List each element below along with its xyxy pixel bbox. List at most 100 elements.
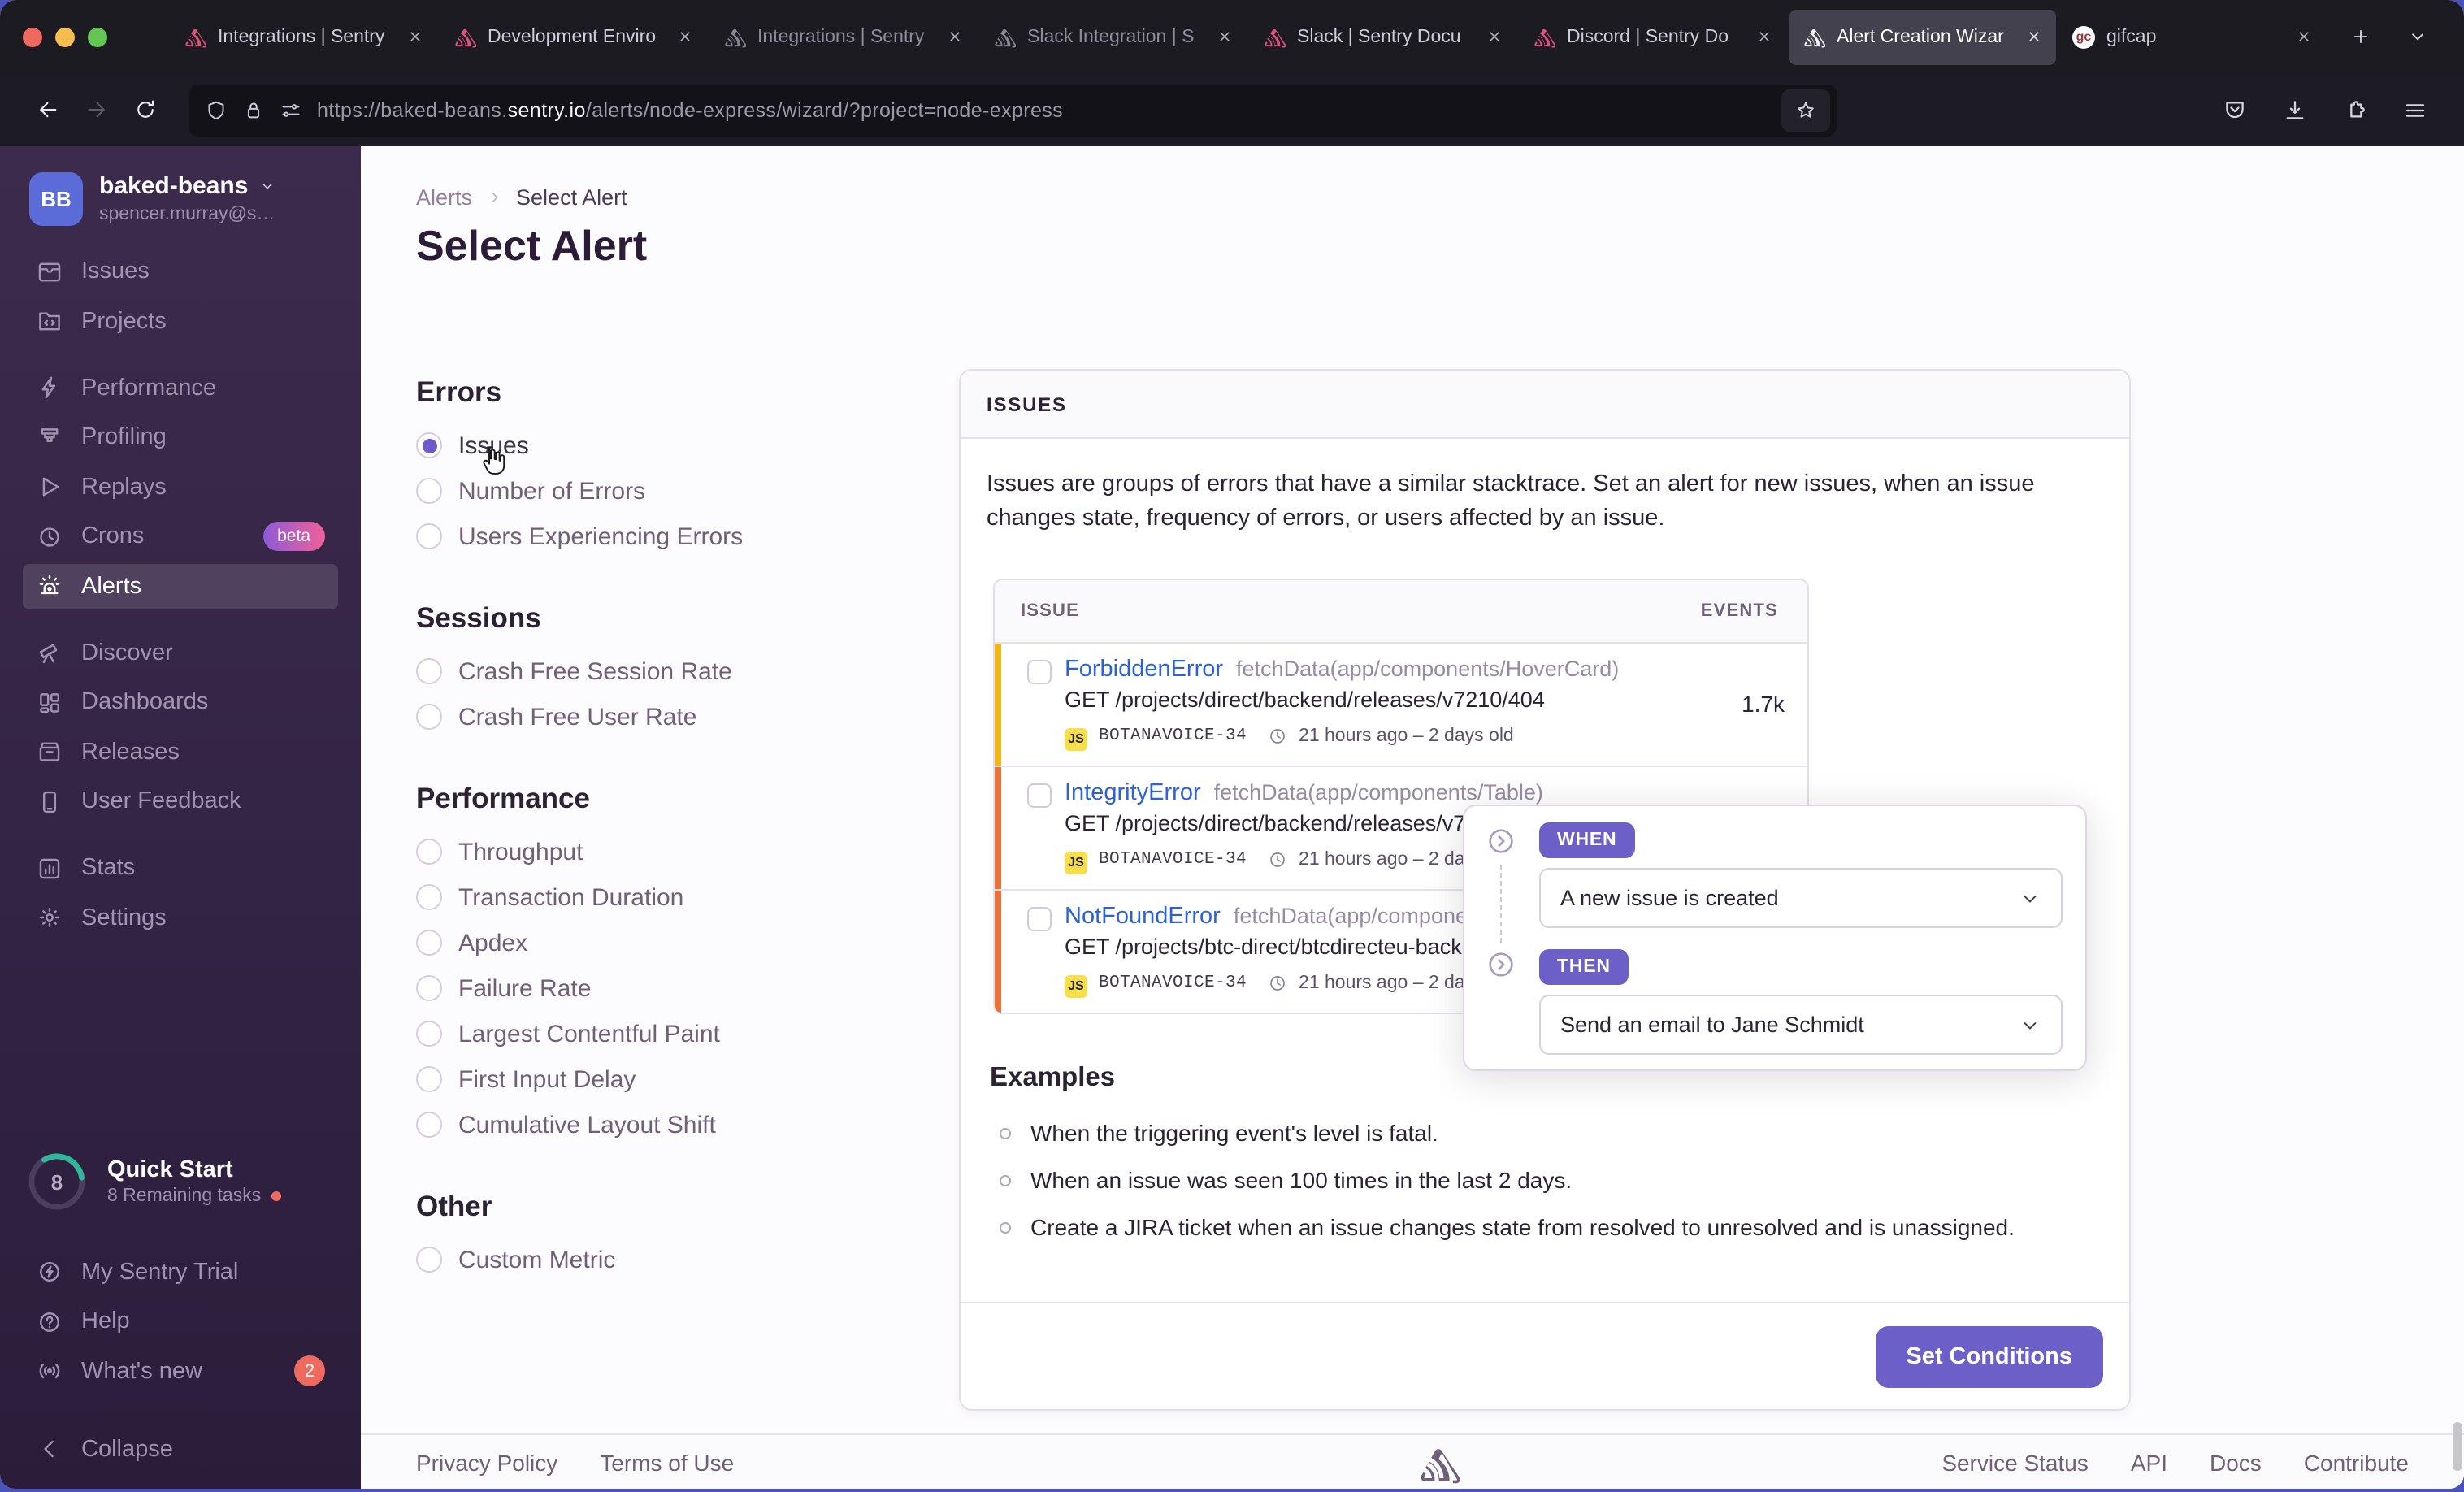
tab-close-icon[interactable] (1755, 28, 1773, 46)
alert-type-option[interactable]: Crash Free Session Rate (416, 648, 936, 694)
issue-link[interactable]: ForbiddenError (1065, 657, 1223, 683)
footer-link[interactable]: Service Status (1941, 1449, 2089, 1475)
radio-button[interactable] (416, 432, 442, 458)
permissions-icon[interactable] (280, 98, 302, 121)
sidebar-item[interactable]: Alerts (23, 563, 338, 609)
issue-row[interactable]: ForbiddenError fetchData(app/components/… (995, 644, 1807, 768)
window-zoom-button[interactable] (88, 27, 107, 46)
footer-link[interactable]: Docs (2210, 1449, 2262, 1475)
sidebar-item[interactable]: Settings (23, 895, 338, 940)
tab-close-icon[interactable] (946, 28, 964, 46)
discover-icon (36, 639, 63, 666)
tab-close-icon[interactable] (1486, 28, 1503, 46)
footer-link[interactable]: Contribute (2304, 1449, 2409, 1475)
tab-close-icon[interactable] (1216, 28, 1234, 46)
quick-start[interactable]: 8 Quick Start 8 Remaining tasks (26, 1151, 281, 1212)
sidebar-item[interactable]: User Feedback (23, 779, 338, 824)
radio-button[interactable] (416, 658, 442, 684)
shield-icon[interactable] (205, 98, 228, 121)
browser-tab[interactable]: Integrations | Sentry (710, 9, 977, 64)
browser-tab[interactable]: Slack Integration | S (980, 9, 1247, 64)
radio-button[interactable] (416, 1021, 442, 1047)
download-icon[interactable] (2282, 97, 2308, 123)
sidebar-item[interactable]: Profiling (23, 414, 338, 460)
extensions-icon[interactable] (2342, 97, 2368, 123)
sidebar-item[interactable]: Projects (23, 298, 338, 344)
sidebar-item[interactable]: Replays (23, 464, 338, 510)
footer-link[interactable]: API (2131, 1449, 2167, 1475)
issue-checkbox[interactable] (1027, 783, 1052, 809)
when-select[interactable]: A new issue is created (1539, 868, 2063, 928)
forward-icon[interactable] (72, 85, 120, 134)
lock-icon[interactable] (242, 98, 265, 121)
collapse-button[interactable]: Collapse (23, 1426, 338, 1472)
alert-type-option[interactable]: Apdex (416, 920, 936, 965)
alert-type-option[interactable]: Transaction Duration (416, 874, 936, 920)
window-minimize-button[interactable] (55, 27, 75, 46)
radio-button[interactable] (416, 884, 442, 910)
issue-link[interactable]: IntegrityError (1065, 780, 1201, 806)
alert-type-option[interactable]: Crash Free User Rate (416, 694, 936, 739)
new-tab-icon[interactable] (2350, 26, 2371, 47)
browser-tab[interactable]: gc gifcap (2059, 9, 2326, 64)
list-tabs-icon[interactable] (2407, 26, 2428, 47)
alert-type-option[interactable]: Users Experiencing Errors (416, 514, 936, 559)
pocket-icon[interactable] (2222, 97, 2248, 123)
bookmark-star-icon[interactable] (1781, 89, 1830, 131)
url-bar[interactable]: https://baked-beans.sentry.io/alerts/nod… (189, 84, 1837, 136)
radio-button[interactable] (416, 704, 442, 730)
footer-link[interactable]: Privacy Policy (416, 1449, 557, 1475)
radio-button[interactable] (416, 1066, 442, 1092)
alert-type-option[interactable]: Custom Metric (416, 1237, 936, 1282)
alert-type-option[interactable]: First Input Delay (416, 1056, 936, 1102)
back-icon[interactable] (23, 85, 72, 134)
alert-type-option[interactable]: Failure Rate (416, 965, 936, 1011)
browser-tab[interactable]: Alert Creation Wizar (1789, 9, 2056, 64)
radio-button[interactable] (416, 1247, 442, 1273)
tab-close-icon[interactable] (676, 28, 694, 46)
alert-type-option[interactable]: Throughput (416, 829, 936, 874)
issue-checkbox[interactable] (1027, 907, 1052, 932)
browser-tab[interactable]: Development Enviro (440, 9, 707, 64)
reload-icon[interactable] (120, 85, 169, 134)
connector-line (1500, 865, 1502, 943)
radio-button[interactable] (416, 839, 442, 865)
breadcrumb-parent[interactable]: Alerts (416, 185, 472, 210)
sidebar-item[interactable]: Issues (23, 249, 338, 294)
browser-tab[interactable]: Integrations | Sentry (171, 9, 437, 64)
org-switcher[interactable]: BB baked-beans spencer.murray@s… (29, 172, 361, 226)
sidebar-item[interactable]: Performance (23, 365, 338, 410)
issue-link[interactable]: NotFoundError (1065, 904, 1221, 930)
scrollbar-thumb[interactable] (2453, 1422, 2462, 1471)
menu-icon[interactable] (2402, 97, 2428, 123)
alert-type-option[interactable]: Cumulative Layout Shift (416, 1102, 936, 1147)
tab-close-icon[interactable] (2295, 28, 2313, 46)
radio-button[interactable] (416, 523, 442, 549)
sidebar-item[interactable]: Releases (23, 729, 338, 774)
sidebar-item[interactable]: Dashboards (23, 679, 338, 725)
tab-close-icon[interactable] (406, 28, 424, 46)
footer-link[interactable]: Terms of Use (600, 1449, 734, 1475)
window-close-button[interactable] (23, 27, 42, 46)
radio-button[interactable] (416, 1112, 442, 1138)
alert-type-option[interactable]: Largest Contentful Paint (416, 1011, 936, 1056)
sidebar-item[interactable]: Discover (23, 630, 338, 675)
sidebar-item[interactable]: Help (23, 1299, 338, 1344)
tab-close-icon[interactable] (2025, 28, 2043, 46)
sidebar-item[interactable]: Crons beta (23, 514, 338, 559)
then-select[interactable]: Send an email to Jane Schmidt (1539, 995, 2063, 1055)
sidebar-item[interactable]: What's new 2 (23, 1348, 338, 1394)
issue-checkbox[interactable] (1027, 660, 1052, 685)
radio-button[interactable] (416, 975, 442, 1001)
radio-button[interactable] (416, 478, 442, 504)
browser-tab[interactable]: Slack | Sentry Docu (1250, 9, 1516, 64)
browser-tab[interactable]: Discord | Sentry Do (1520, 9, 1786, 64)
option-label: Crash Free User Rate (458, 703, 697, 731)
bullet-icon (1000, 1127, 1011, 1139)
tab-strip: Integrations | Sentry Development Enviro… (169, 0, 2327, 73)
sidebar-item[interactable]: Stats (23, 845, 338, 891)
radio-button[interactable] (416, 930, 442, 956)
set-conditions-button[interactable]: Set Conditions (1875, 1325, 2103, 1387)
javascript-platform-icon: JS (1065, 845, 1087, 874)
sidebar-item[interactable]: My Sentry Trial (23, 1249, 338, 1295)
